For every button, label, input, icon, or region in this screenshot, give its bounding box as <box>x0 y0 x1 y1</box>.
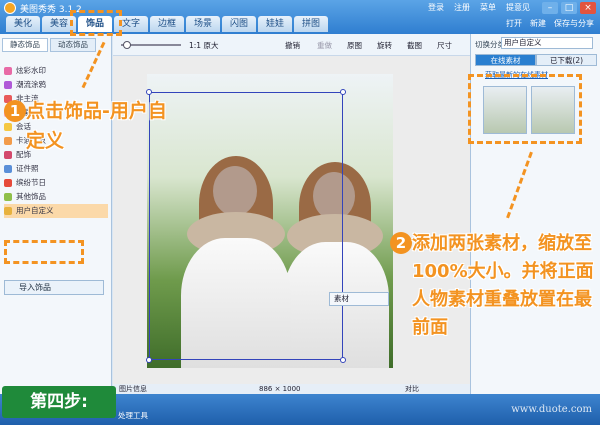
feedback-link[interactable]: 提意见 <box>506 2 530 13</box>
close-button[interactable]: × <box>580 2 596 14</box>
top-links: 登录 注册 菜单 提意见 <box>428 2 530 13</box>
tab-scene[interactable]: 场景 <box>186 16 220 32</box>
save-share-button[interactable]: 保存与分享 <box>554 18 594 29</box>
main-tabs: 美化 美容 饰品 文字 边框 场景 闪图 娃娃 拼图 <box>6 16 328 32</box>
tab-online-material[interactable]: 在线素材 <box>475 54 536 66</box>
highlight-thumbnails <box>468 74 582 144</box>
tab-animated-decor[interactable]: 动态饰品 <box>50 38 96 52</box>
cartoon-icon <box>4 137 12 145</box>
step2-instruction: 添加两张素材，缩放至100%大小。并将正面人物素材重叠放置在最前面 <box>412 233 594 338</box>
original-button[interactable]: 原图 <box>347 40 362 51</box>
category-item[interactable]: 潮流涂鸦 <box>4 78 108 92</box>
resize-handle[interactable] <box>340 89 346 95</box>
resize-handle[interactable] <box>340 357 346 363</box>
app-logo-icon <box>4 2 16 14</box>
maximize-button[interactable]: □ <box>561 2 577 14</box>
tab-doll[interactable]: 娃娃 <box>258 16 292 32</box>
tab-static-decor[interactable]: 静态饰品 <box>2 38 48 52</box>
other-icon <box>4 193 12 201</box>
tab-downloaded[interactable]: 已下载(2) <box>536 54 597 66</box>
tab-collage[interactable]: 拼图 <box>294 16 328 32</box>
tab-flash[interactable]: 闪图 <box>222 16 256 32</box>
zoom-slider-knob[interactable] <box>123 41 131 49</box>
material-popup[interactable]: 素材 <box>329 292 389 306</box>
speech-icon <box>4 123 12 131</box>
rotate-button[interactable]: 旋转 <box>377 40 392 51</box>
category-item-custom[interactable]: 用户自定义 <box>4 204 108 218</box>
open-button[interactable]: 打开 <box>506 18 522 29</box>
step-number-badge: 2 <box>390 232 412 254</box>
folder-icon <box>4 207 12 215</box>
step-number-badge: 1 <box>4 100 26 122</box>
tab-beautify[interactable]: 美化 <box>6 16 40 32</box>
import-decor-button[interactable]: 导入饰品 <box>4 280 104 295</box>
highlight-custom-category <box>4 240 84 264</box>
resize-handle[interactable] <box>146 357 152 363</box>
login-link[interactable]: 登录 <box>428 2 444 13</box>
new-button[interactable]: 新建 <box>530 18 546 29</box>
watermark-icon <box>4 67 12 75</box>
material-tabs: 在线素材 已下载(2) <box>475 54 597 66</box>
step1-instruction: 点击饰品-用户自定义 <box>26 100 167 152</box>
decor-subtabs: 静态饰品 动态饰品 <box>2 38 96 52</box>
step-label: 第四步: <box>2 386 116 418</box>
image-info-button[interactable]: 图片信息 <box>119 384 147 394</box>
accessory-icon <box>4 151 12 159</box>
id-photo-icon <box>4 165 12 173</box>
tab-frame[interactable]: 边框 <box>150 16 184 32</box>
graffiti-icon <box>4 81 12 89</box>
zoom-original-button[interactable]: 1:1 原大 <box>189 40 218 51</box>
compare-button[interactable]: 对比 <box>405 384 419 394</box>
redo-button[interactable]: 重做 <box>317 40 332 51</box>
category-select[interactable]: 用户自定义 <box>501 37 593 49</box>
resize-handle[interactable] <box>146 89 152 95</box>
category-item[interactable]: 证件照 <box>4 162 108 176</box>
process-tool-link[interactable]: 处理工具 <box>118 410 148 421</box>
site-watermark: www.duote.com <box>511 404 592 415</box>
undo-button[interactable]: 撤销 <box>285 40 300 51</box>
zoom-slider[interactable] <box>121 41 181 49</box>
image-dimensions: 886 × 1000 <box>259 385 301 393</box>
register-link[interactable]: 注册 <box>454 2 470 13</box>
size-button[interactable]: 尺寸 <box>437 40 452 51</box>
category-item[interactable]: 缤纷节日 <box>4 176 108 190</box>
highlight-decor-tab <box>70 10 122 36</box>
canvas-toolbar: 1:1 原大 撤销 重做 原图 旋转 截图 尺寸 <box>113 34 470 56</box>
window-controls: – □ × <box>542 2 596 14</box>
selection-box[interactable] <box>146 89 346 363</box>
holiday-icon <box>4 179 12 187</box>
file-actions: 打开 新建 保存与分享 <box>506 18 594 29</box>
left-panel: 静态饰品 动态饰品 炫彩水印 潮流涂鸦 非主流 可爱 会话 卡通形象 配饰 证件… <box>0 34 112 394</box>
status-bar: 图片信息 886 × 1000 对比 <box>113 384 470 394</box>
category-item[interactable]: 其他饰品 <box>4 190 108 204</box>
menu-link[interactable]: 菜单 <box>480 2 496 13</box>
minimize-button[interactable]: – <box>542 2 558 14</box>
crop-button[interactable]: 截图 <box>407 40 422 51</box>
